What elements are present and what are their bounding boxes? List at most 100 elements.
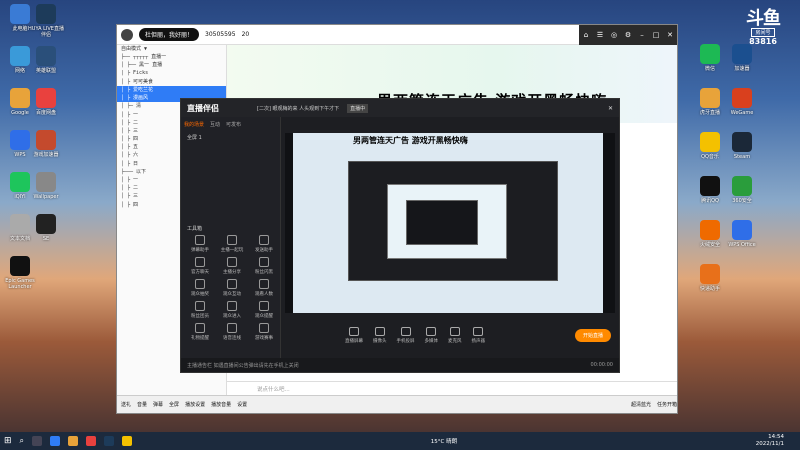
app-icon xyxy=(732,132,752,152)
tool-button[interactable]: 游戏赛事 xyxy=(249,323,279,341)
player-control[interactable]: 全屏 xyxy=(169,401,179,408)
toolbar-label: 摄像头 xyxy=(373,338,387,344)
tool-button[interactable]: 语音连线 xyxy=(217,323,247,341)
tool-button[interactable]: 主播分享 xyxy=(217,257,247,275)
toolbar-button[interactable]: 手机投屏 xyxy=(397,326,415,344)
desktop-icon[interactable]: 英雄联盟 xyxy=(26,46,66,74)
tab-scene[interactable]: 可发布 xyxy=(226,121,241,128)
app-icon xyxy=(36,172,56,192)
list-item[interactable]: │ ├ Ficks xyxy=(117,70,226,78)
tab-scene[interactable]: 互动 xyxy=(210,121,220,128)
player-control[interactable]: 播放音量 xyxy=(211,401,231,408)
tool-button[interactable]: 粉丝团员 xyxy=(185,301,215,319)
tool-icon xyxy=(195,235,205,245)
weather[interactable]: 15°C 晴朗 xyxy=(431,437,457,445)
list-item[interactable]: │ ├ 爱吃兰花 xyxy=(117,85,226,95)
tool-icon xyxy=(195,301,205,311)
app-icon-5[interactable] xyxy=(122,436,133,446)
likes-count: 20 xyxy=(241,31,250,38)
list-item[interactable]: ├── ┬┬┬┬┬ 直播一 xyxy=(117,53,226,61)
desktop-icon[interactable]: HUYA LIVE直播伴侣 xyxy=(26,4,66,38)
desktop-icon[interactable]: Wallpaper xyxy=(26,172,66,200)
start-icon[interactable]: ⊞ xyxy=(4,436,12,446)
desktop-icon[interactable]: 360安全 xyxy=(722,176,762,204)
home-icon[interactable]: ⌂ xyxy=(579,25,593,45)
desktop-icon[interactable]: SE xyxy=(26,214,66,242)
app-icon xyxy=(36,4,56,24)
app-icon xyxy=(36,46,56,66)
close-icon[interactable]: ✕ xyxy=(608,105,613,112)
list-item[interactable]: 自由模式 ▼ xyxy=(117,45,226,53)
tab-scene[interactable]: 我的场景 xyxy=(184,121,204,128)
desktop-icon[interactable]: WeGame xyxy=(722,88,762,116)
avatar[interactable] xyxy=(121,28,133,41)
app-icon xyxy=(700,264,720,284)
desktop-icon[interactable]: Epic Games Launcher xyxy=(0,256,40,290)
player-control[interactable]: 任务开箱 xyxy=(657,401,677,408)
tool-button[interactable]: 发送助手 xyxy=(249,235,279,253)
tool-label: 粉丝闪黑 xyxy=(255,270,273,275)
clock[interactable]: 14:54 2022/11/1 xyxy=(756,434,784,448)
player-control[interactable]: 设置 xyxy=(237,401,247,408)
search-icon[interactable]: ⌕ xyxy=(20,436,24,446)
clock-date: 2022/11/1 xyxy=(755,441,784,447)
app-icon xyxy=(700,220,720,240)
player-control[interactable]: 超清蓝光 xyxy=(631,401,651,408)
settings-icon[interactable]: ⚙ xyxy=(621,25,635,45)
desktop-icon[interactable]: Steam xyxy=(722,132,762,160)
tool-button[interactable]: 官方聊天 xyxy=(185,257,215,275)
app-icon-1[interactable] xyxy=(50,436,61,446)
player-control[interactable]: 弹幕 xyxy=(153,401,163,408)
toolbar-icon xyxy=(374,326,385,336)
tool-button[interactable]: 主播一起玩 xyxy=(217,235,247,253)
tool-button[interactable]: 礼物提醒 xyxy=(185,323,215,341)
desktop-icon[interactable]: 加速器 xyxy=(722,44,762,72)
scene-item[interactable]: 全屏 1 xyxy=(181,132,280,143)
tool-button[interactable]: 观众进入 xyxy=(217,301,247,319)
tool-icon xyxy=(227,323,237,333)
tool-button[interactable]: 粉丝闪黑 xyxy=(249,257,279,275)
toolbar-button[interactable]: 摄像头 xyxy=(373,326,387,344)
app-icon-4[interactable] xyxy=(104,436,115,446)
player-control[interactable]: 音量 xyxy=(137,401,147,408)
toolbar-button[interactable]: 麦克风 xyxy=(448,326,462,344)
toolbar-label: 麦克风 xyxy=(448,338,462,344)
toolbar-label: 多媒体 xyxy=(424,338,439,344)
list-item[interactable]: │ ├ 可可美食 xyxy=(117,78,226,86)
desktop-icon-label: 游戏加速器 xyxy=(33,152,59,158)
recursive-window-3 xyxy=(406,200,478,245)
app-icon-2[interactable] xyxy=(68,436,79,446)
desktop-icon[interactable]: WPS Office xyxy=(722,220,762,248)
desktop-icon[interactable]: 快递助手 xyxy=(690,264,730,292)
app-icon xyxy=(732,44,752,64)
player-bottombar: 送礼 音量 弹幕 全屏 播放设置 播放音量 设置 超清蓝光 任务开箱 xyxy=(117,395,677,413)
desktop-icon[interactable]: 游戏加速器 xyxy=(26,130,66,158)
tool-button[interactable]: 观众互动 xyxy=(217,279,247,297)
tool-button[interactable]: 观看人数 xyxy=(249,279,279,297)
player-control[interactable]: 播放设置 xyxy=(185,401,205,408)
room-title-pill[interactable]: 杜但丽，我好丽！ xyxy=(139,28,200,41)
menu-icon[interactable]: ☰ xyxy=(593,25,607,45)
toolbar-button[interactable]: 扬声器 xyxy=(472,326,485,344)
tool-button[interactable]: 观众提醒 xyxy=(249,301,279,319)
close-icon[interactable]: ✕ xyxy=(663,25,677,45)
tool-icon xyxy=(227,235,237,245)
desktop-icon[interactable]: 百度网盘 xyxy=(26,88,66,116)
toolbar-label: 直播屏幕 xyxy=(345,338,363,344)
maximize-icon[interactable]: □ xyxy=(649,25,663,45)
tool-icon xyxy=(259,323,269,333)
tool-button[interactable]: 弹幕助手 xyxy=(185,235,215,253)
list-item[interactable]: │ ├── 黑一 直播 xyxy=(117,61,226,69)
tool-button[interactable]: 观众抽奖 xyxy=(185,279,215,297)
task-view-icon[interactable] xyxy=(32,436,43,446)
toolbar-button[interactable]: 多媒体 xyxy=(424,326,439,344)
app-header: 直播伴侣 [二次] 眼观梅的来 人头观到下午才下 直播中 ✕ xyxy=(181,99,619,117)
game-icon[interactable]: ◎ xyxy=(607,25,621,45)
chat-input[interactable]: 说点什么吧... xyxy=(227,381,677,395)
toolbar-button[interactable]: 直播屏幕 xyxy=(345,326,363,344)
minimize-icon[interactable]: – xyxy=(635,25,649,45)
go-live-button[interactable]: 开始直播 xyxy=(574,328,611,342)
player-control[interactable]: 送礼 xyxy=(121,401,131,408)
app-icon xyxy=(700,44,720,64)
app-icon-3[interactable] xyxy=(86,436,97,446)
